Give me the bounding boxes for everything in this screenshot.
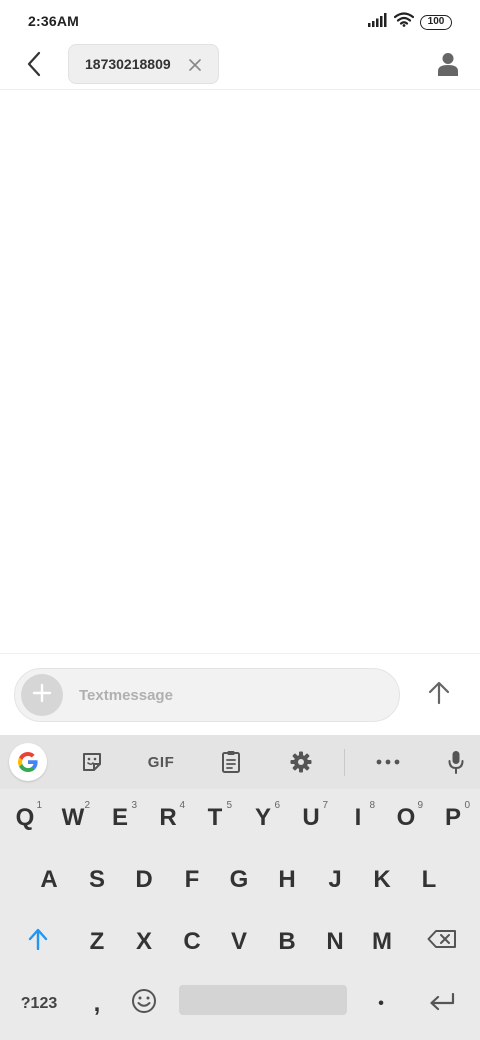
emoji-key[interactable]	[122, 976, 166, 1032]
status-time: 2:36AM	[28, 13, 79, 29]
key-j[interactable]: J	[313, 852, 357, 908]
emoji-icon	[131, 988, 157, 1021]
sticker-icon[interactable]	[72, 743, 112, 781]
key-row-2: A S D F G H J K L	[0, 852, 480, 912]
key-x[interactable]: X	[122, 914, 166, 970]
back-button[interactable]	[18, 50, 50, 82]
key-o[interactable]: O9	[384, 790, 428, 846]
period-key[interactable]: •	[359, 976, 403, 1032]
more-icon[interactable]	[368, 743, 408, 781]
compose-field	[14, 668, 400, 722]
enter-key[interactable]	[419, 976, 465, 1032]
space-bar[interactable]	[179, 985, 347, 1015]
key-row-4: ?123 , •	[0, 976, 480, 1036]
recipient-number: 18730218809	[85, 56, 171, 72]
key-i[interactable]: I8	[336, 790, 380, 846]
symbols-key[interactable]: ?123	[12, 976, 66, 1032]
key-n[interactable]: N	[313, 914, 357, 970]
shift-key[interactable]	[16, 914, 60, 970]
key-b[interactable]: B	[265, 914, 309, 970]
key-u[interactable]: U7	[289, 790, 333, 846]
keyboard: GIF Q 1 W 2 E 3 R 4 T 5 Y 6 U 7 I 8 O 9 …	[0, 735, 480, 1040]
battery-indicator: 100	[420, 14, 452, 30]
contact-button[interactable]	[430, 48, 466, 84]
key-z[interactable]: Z	[75, 914, 119, 970]
key-e[interactable]: E3	[98, 790, 142, 846]
enter-icon	[429, 990, 455, 1018]
send-button[interactable]	[420, 676, 458, 714]
clipboard-icon[interactable]	[211, 743, 251, 781]
key-row-1: Q1 W2 E3 R4 T5 Y6 U7 I8 O9 P0	[0, 790, 480, 850]
messaging-screen: 2:36AM 100 18730218809 Textmessage GIF Q…	[0, 0, 480, 1040]
key-w[interactable]: W2	[51, 790, 95, 846]
signal-icon	[368, 12, 388, 32]
key-v[interactable]: V	[217, 914, 261, 970]
mic-icon[interactable]	[436, 743, 476, 781]
shift-arrow-icon	[28, 928, 48, 957]
gif-button[interactable]: GIF	[140, 743, 182, 781]
key-row-3: Z X C V B N M	[0, 914, 480, 974]
key-a[interactable]: A	[27, 852, 71, 908]
person-icon	[438, 52, 458, 81]
key-k[interactable]: K	[360, 852, 404, 908]
message-input[interactable]	[79, 669, 379, 721]
status-icons: 100	[368, 12, 452, 32]
arrow-up-icon	[428, 681, 450, 710]
conversation-header: 18730218809	[0, 42, 480, 90]
backspace-key[interactable]	[419, 914, 465, 970]
key-l[interactable]: L	[407, 852, 451, 908]
wifi-icon	[393, 12, 415, 32]
key-m[interactable]: M	[360, 914, 404, 970]
gif-label: GIF	[147, 753, 175, 771]
attach-button[interactable]	[21, 674, 63, 716]
close-icon[interactable]	[186, 56, 204, 74]
gear-icon[interactable]	[281, 743, 321, 781]
key-y[interactable]: Y6	[241, 790, 285, 846]
keyboard-toolbar: GIF	[0, 735, 480, 789]
conversation-area	[0, 91, 480, 653]
key-s[interactable]: S	[75, 852, 119, 908]
compose-bar	[0, 653, 480, 735]
comma-key[interactable]: ,	[75, 976, 119, 1032]
key-f[interactable]: F	[170, 852, 214, 908]
plus-icon	[32, 683, 52, 708]
key-q[interactable]: Q1	[3, 790, 47, 846]
key-g[interactable]: G	[217, 852, 261, 908]
key-d[interactable]: D	[122, 852, 166, 908]
recipient-chip[interactable]: 18730218809	[68, 44, 219, 84]
back-arrow-icon	[26, 51, 42, 82]
key-c[interactable]: C	[170, 914, 214, 970]
key-t[interactable]: T5	[193, 790, 237, 846]
key-h[interactable]: H	[265, 852, 309, 908]
key-p[interactable]: P0	[431, 790, 475, 846]
key-r[interactable]: R4	[146, 790, 190, 846]
toolbar-divider	[344, 749, 345, 776]
backspace-icon	[427, 928, 457, 956]
google-icon[interactable]	[9, 743, 47, 781]
status-bar: 2:36AM 100	[0, 0, 480, 42]
